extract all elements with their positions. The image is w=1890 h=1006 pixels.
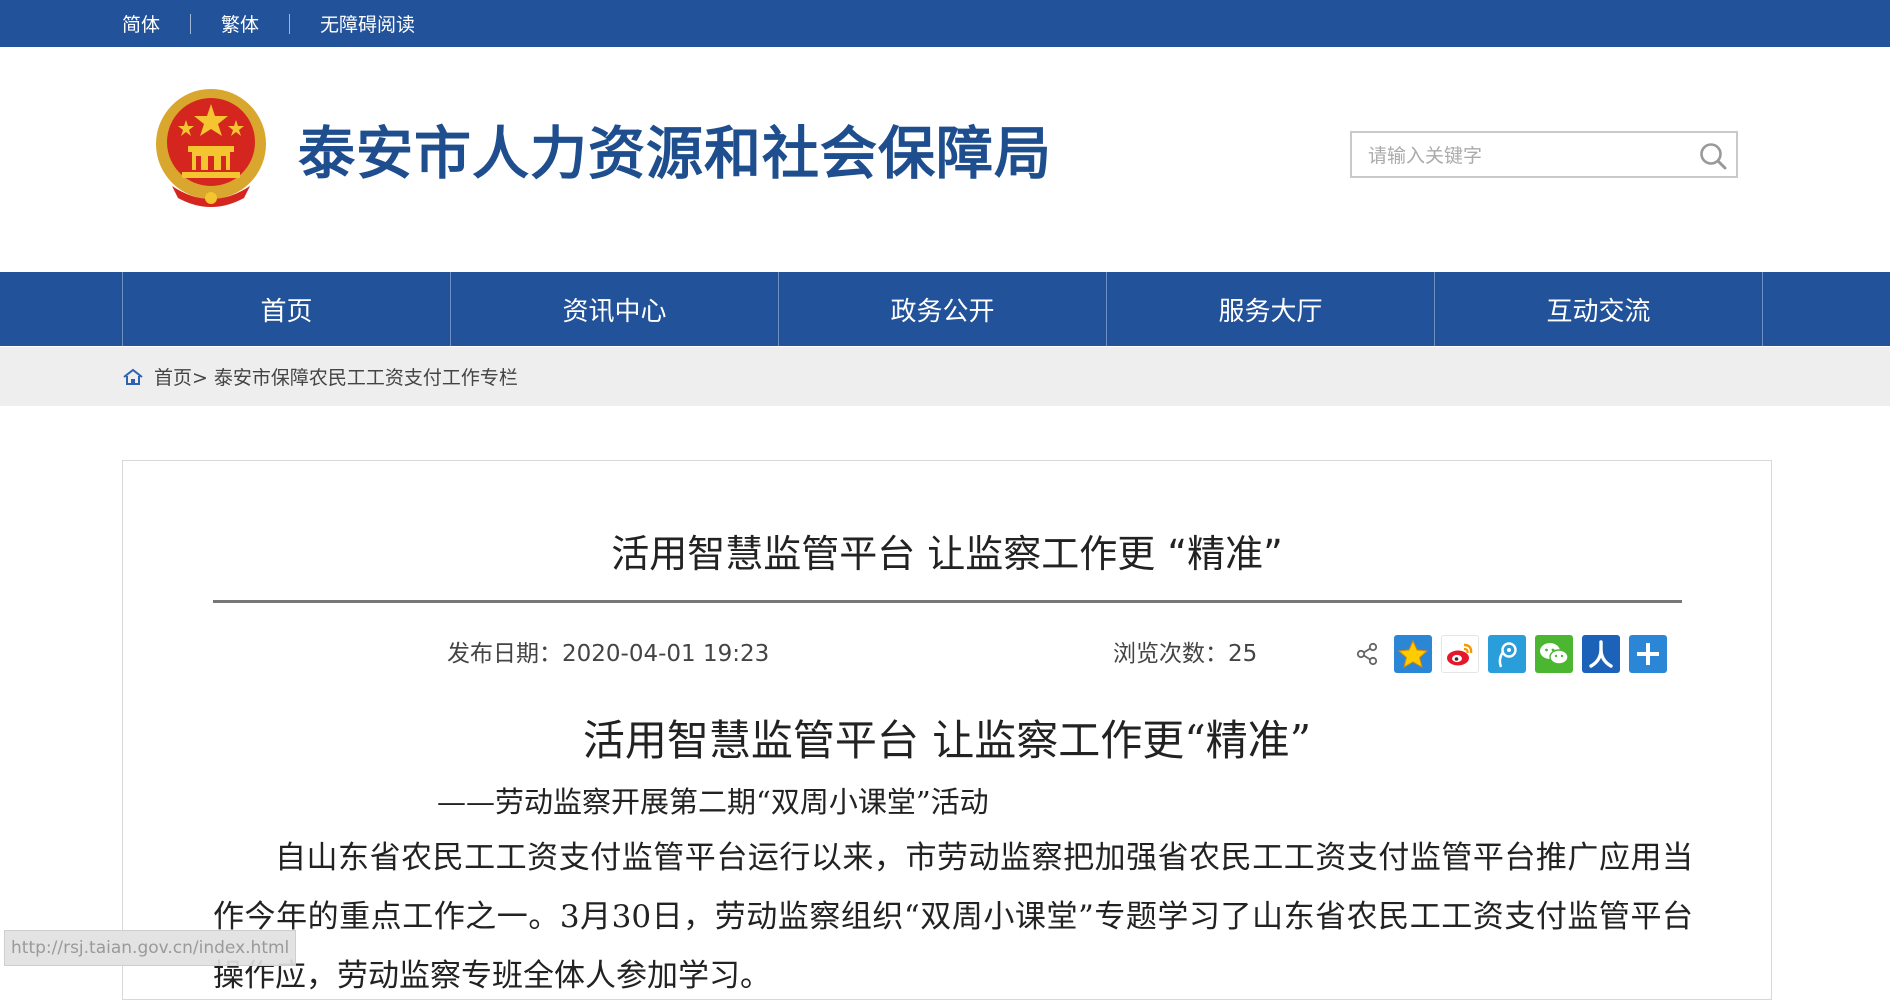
main-nav: 首页 资讯中心 政务公开 服务大厅 互动交流 bbox=[0, 272, 1890, 346]
breadcrumb-bar: 首页> 泰安市保障农民工工资支付工作专栏 bbox=[0, 347, 1890, 406]
breadcrumb-home-link[interactable]: 首页> bbox=[154, 363, 208, 390]
breadcrumb: 首页> 泰安市保障农民工工资支付工作专栏 bbox=[122, 347, 518, 406]
view-count: 浏览次数：25 bbox=[1113, 641, 1258, 667]
traditional-chinese-link[interactable]: 繁体 bbox=[221, 10, 259, 37]
body-paragraph: 自山东省农民工工资支付监管平台运行以来，市劳动监察把加强省农民工工资支付监管平台… bbox=[213, 840, 1693, 994]
weibo-icon[interactable] bbox=[1441, 635, 1479, 673]
nav-item-interaction[interactable]: 互动交流 bbox=[1435, 272, 1763, 346]
nav-item-news[interactable]: 资讯中心 bbox=[451, 272, 779, 346]
qzone-icon[interactable] bbox=[1394, 635, 1432, 673]
home-icon bbox=[122, 368, 144, 386]
body-subtitle: ——劳动监察开展第二期“双周小课堂”活动 bbox=[437, 785, 989, 819]
national-emblem-logo bbox=[152, 86, 270, 210]
title-divider bbox=[213, 600, 1682, 603]
language-links: 简体 繁体 无障碍阅读 bbox=[122, 0, 415, 47]
more-share-icon[interactable] bbox=[1629, 635, 1667, 673]
site-title: 泰安市人力资源和社会保障局 bbox=[298, 121, 1052, 187]
divider bbox=[190, 13, 192, 34]
search-box bbox=[1350, 131, 1738, 178]
wechat-icon[interactable] bbox=[1535, 635, 1573, 673]
nav-item-service-hall[interactable]: 服务大厅 bbox=[1107, 272, 1435, 346]
nav-item-government-affairs[interactable]: 政务公开 bbox=[779, 272, 1107, 346]
breadcrumb-current-link[interactable]: 泰安市保障农民工工资支付工作专栏 bbox=[214, 363, 518, 390]
simplified-chinese-link[interactable]: 简体 bbox=[122, 10, 160, 37]
tencent-weibo-icon[interactable] bbox=[1488, 635, 1526, 673]
top-bar: 简体 繁体 无障碍阅读 bbox=[0, 0, 1890, 47]
nav-item-home[interactable]: 首页 bbox=[123, 272, 451, 346]
renren-icon[interactable] bbox=[1582, 635, 1620, 673]
accessibility-link[interactable]: 无障碍阅读 bbox=[320, 10, 415, 37]
share-bar bbox=[1355, 635, 1667, 673]
share-icon bbox=[1355, 642, 1379, 666]
article-title: 活用智慧监管平台 让监察工作更 “精准” bbox=[611, 532, 1283, 576]
status-url: http://rsj.taian.gov.cn/index.html bbox=[4, 930, 297, 966]
search-input[interactable] bbox=[1366, 141, 1680, 171]
divider bbox=[289, 13, 291, 34]
body-title: 活用智慧监管平台 让监察工作更“精准” bbox=[582, 716, 1312, 765]
publish-date: 发布日期：2020-04-01 19:23 bbox=[447, 641, 770, 667]
article-container: 活用智慧监管平台 让监察工作更 “精准” 发布日期：2020-04-01 19:… bbox=[122, 460, 1772, 1000]
search-icon[interactable] bbox=[1698, 141, 1728, 171]
